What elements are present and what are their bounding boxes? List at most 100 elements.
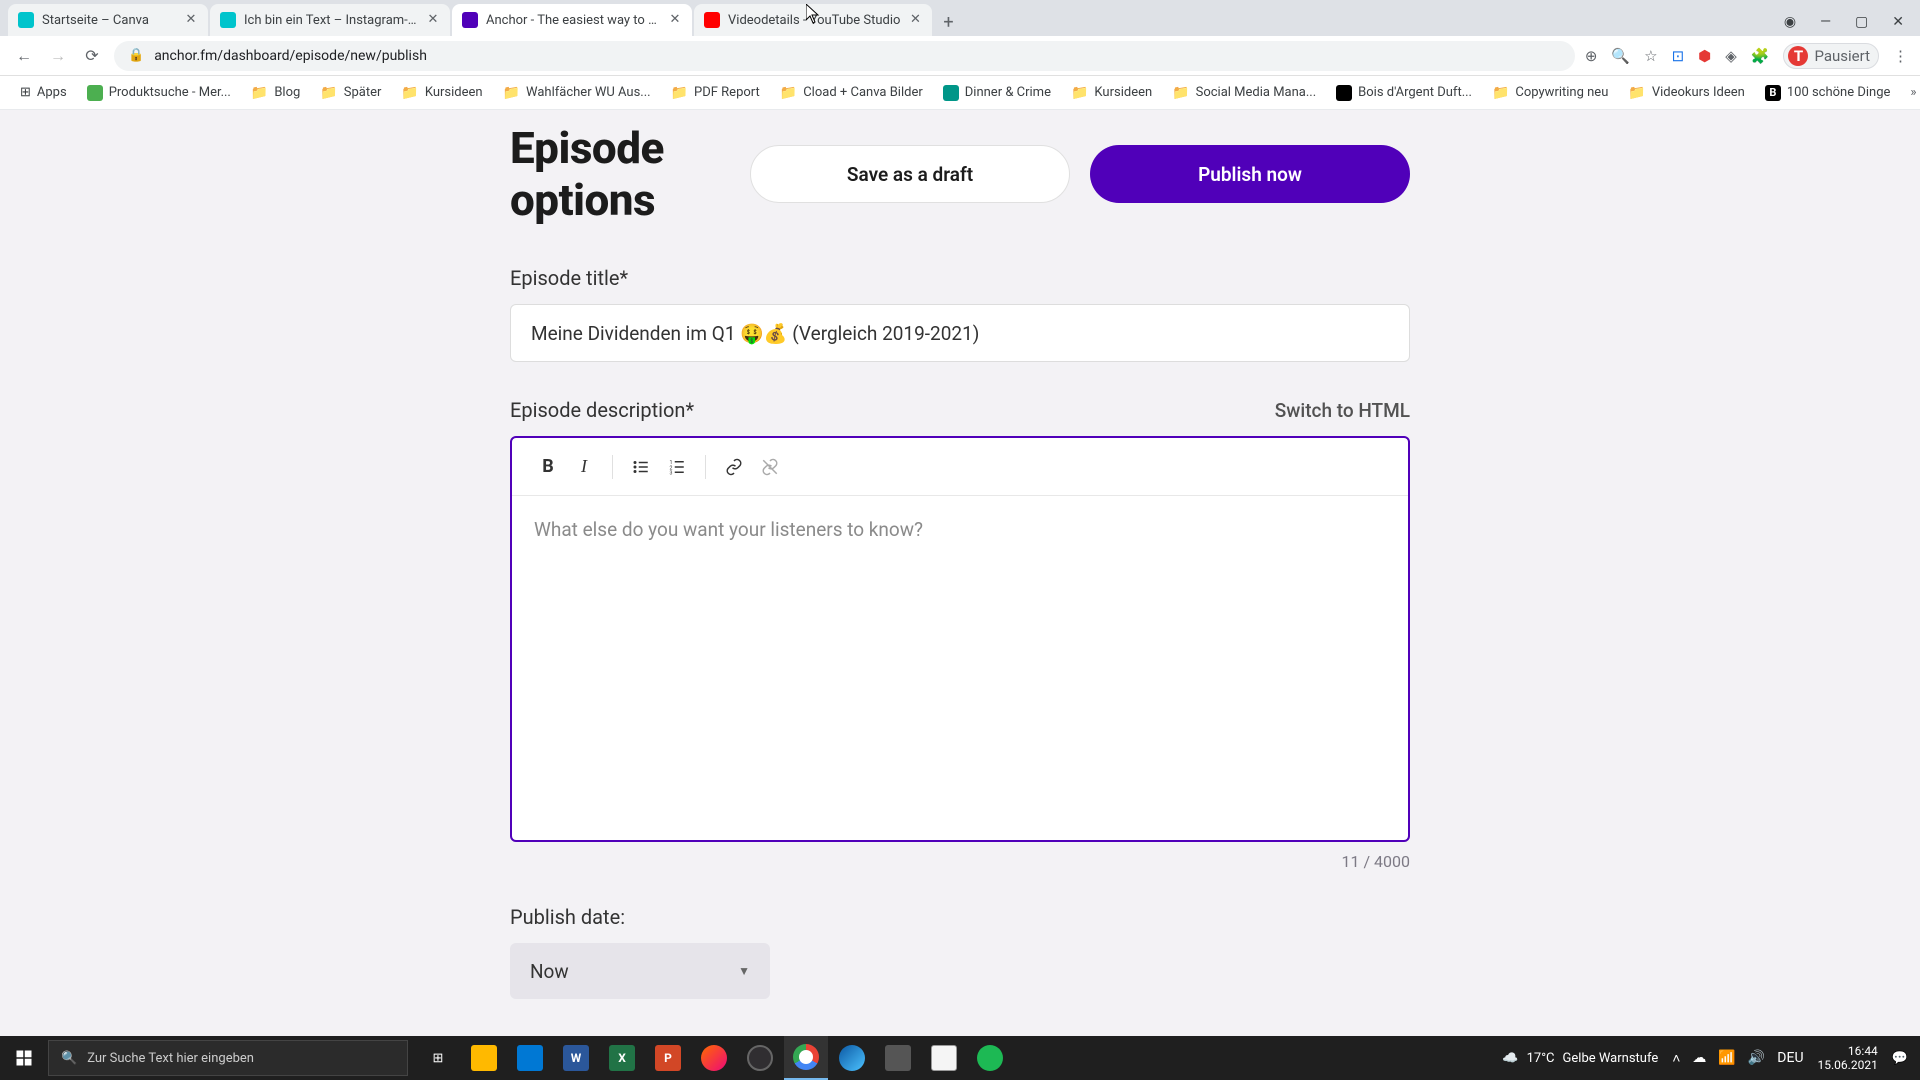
bookmark-folder[interactable]: 📁PDF Report bbox=[663, 81, 768, 105]
bookmark-folder[interactable]: 📁Kursideen bbox=[393, 81, 490, 105]
browser-tabstrip: Startseite – Canva ✕ Ich bin ein Text – … bbox=[0, 0, 1920, 36]
folder-icon: 📁 bbox=[1628, 85, 1645, 101]
profile-pause-button[interactable]: T Pausiert bbox=[1783, 43, 1879, 69]
italic-button[interactable]: I bbox=[566, 449, 602, 485]
link-button[interactable] bbox=[716, 449, 752, 485]
close-icon[interactable]: ✕ bbox=[426, 13, 440, 27]
adblock-icon[interactable]: ⬢ bbox=[1698, 47, 1711, 65]
episode-title-input[interactable] bbox=[510, 304, 1410, 362]
bookmark-folder[interactable]: 📁Cload + Canva Bilder bbox=[772, 81, 931, 105]
obs-button[interactable] bbox=[738, 1036, 782, 1080]
bookmark-folder[interactable]: 📁Später bbox=[312, 81, 389, 105]
bookmark-item[interactable]: Dinner & Crime bbox=[935, 81, 1059, 105]
browser-tab[interactable]: Startseite – Canva ✕ bbox=[8, 4, 208, 36]
pause-label: Pausiert bbox=[1814, 47, 1870, 65]
taskbar-search[interactable]: 🔍 Zur Suche Text hier eingeben bbox=[48, 1040, 408, 1076]
app-button[interactable] bbox=[876, 1036, 920, 1080]
bookmark-folder[interactable]: 📁Kursideen bbox=[1063, 81, 1160, 105]
start-button[interactable] bbox=[0, 1036, 48, 1080]
bookmark-star-icon[interactable]: ☆ bbox=[1644, 47, 1657, 65]
taskbar: 🔍 Zur Suche Text hier eingeben ⊞ W X P ☁… bbox=[0, 1036, 1920, 1080]
clock[interactable]: 16:44 15.06.2021 bbox=[1818, 1044, 1878, 1073]
folder-icon: 📁 bbox=[401, 85, 418, 101]
publish-date-dropdown[interactable]: Now ▼ bbox=[510, 943, 770, 999]
bookmark-folder[interactable]: 📁Videokurs Ideen bbox=[1620, 81, 1752, 105]
tray-chevron-icon[interactable]: ˄ bbox=[1672, 1050, 1680, 1067]
publish-now-button[interactable]: Publish now bbox=[1090, 145, 1410, 203]
folder-icon: 📁 bbox=[1492, 85, 1509, 101]
zoom-icon[interactable]: 🔍 bbox=[1611, 47, 1630, 65]
unlink-icon bbox=[761, 458, 779, 476]
mail-button[interactable] bbox=[508, 1036, 552, 1080]
clock-time: 16:44 bbox=[1818, 1044, 1878, 1058]
bookmarks-overflow-icon[interactable]: » bbox=[1902, 85, 1920, 100]
address-bar-actions: ⊕ 🔍 ☆ ⊡ ⬢ ◈ 🧩 T Pausiert ⋮ bbox=[1585, 43, 1908, 69]
bullet-list-icon bbox=[632, 458, 650, 476]
bullet-list-button[interactable] bbox=[623, 449, 659, 485]
close-window-button[interactable]: ✕ bbox=[1892, 14, 1904, 30]
translate-icon[interactable]: ⊕ bbox=[1585, 47, 1598, 65]
volume-icon[interactable]: 🔊 bbox=[1748, 1050, 1765, 1066]
page-title: Episode options bbox=[510, 122, 750, 226]
close-icon[interactable]: ✕ bbox=[668, 13, 682, 27]
app-button[interactable] bbox=[692, 1036, 736, 1080]
save-draft-button[interactable]: Save as a draft bbox=[750, 145, 1070, 203]
address-bar[interactable]: 🔒 anchor.fm/dashboard/episode/new/publis… bbox=[114, 41, 1575, 71]
word-button[interactable]: W bbox=[554, 1036, 598, 1080]
browser-tab[interactable]: Videodetails - YouTube Studio ✕ bbox=[694, 4, 932, 36]
back-button[interactable]: ← bbox=[12, 44, 36, 68]
bookmark-label: Kursideen bbox=[1094, 85, 1152, 100]
ordered-list-icon: 123 bbox=[668, 458, 686, 476]
bookmark-item[interactable]: Bois d'Argent Duft... bbox=[1328, 81, 1480, 105]
bookmark-folder[interactable]: 📁Copywriting neu bbox=[1484, 81, 1616, 105]
chrome-button[interactable] bbox=[784, 1036, 828, 1080]
weather-widget[interactable]: ☁️ 17°C Gelbe Warnstufe bbox=[1502, 1051, 1658, 1066]
excel-button[interactable]: X bbox=[600, 1036, 644, 1080]
windows-icon bbox=[15, 1049, 33, 1067]
reload-button[interactable]: ⟳ bbox=[80, 44, 104, 68]
ordered-list-button[interactable]: 123 bbox=[659, 449, 695, 485]
bookmark-item[interactable]: B100 schöne Dinge bbox=[1757, 81, 1899, 105]
bookmark-item[interactable]: Produktsuche - Mer... bbox=[79, 81, 239, 105]
favicon-icon bbox=[704, 12, 720, 28]
extension-icon[interactable]: ⊡ bbox=[1672, 47, 1685, 65]
wifi-icon[interactable]: 📶 bbox=[1718, 1050, 1735, 1066]
bookmark-folder[interactable]: 📁 Social Media Mana... bbox=[1164, 81, 1324, 105]
close-icon[interactable]: ✕ bbox=[908, 13, 922, 27]
extension-icon[interactable]: ◈ bbox=[1725, 47, 1737, 65]
notifications-icon[interactable]: 💬 bbox=[1892, 1051, 1908, 1066]
edge-button[interactable] bbox=[830, 1036, 874, 1080]
bold-button[interactable]: B bbox=[530, 449, 566, 485]
apps-button[interactable]: ⊞Apps bbox=[12, 81, 75, 104]
new-tab-button[interactable]: + bbox=[934, 8, 962, 36]
toolbar-separator bbox=[705, 455, 706, 479]
notepad-button[interactable] bbox=[922, 1036, 966, 1080]
browser-tab-active[interactable]: Anchor - The easiest way to mak ✕ bbox=[452, 4, 692, 36]
account-icon[interactable]: ◉ bbox=[1784, 14, 1796, 30]
unlink-button[interactable] bbox=[752, 449, 788, 485]
bookmark-label: Social Media Mana... bbox=[1196, 85, 1317, 100]
menu-icon[interactable]: ⋮ bbox=[1893, 47, 1908, 65]
bookmark-folder[interactable]: 📁Wahlfächer WU Aus... bbox=[495, 81, 659, 105]
bookmark-folder[interactable]: 📁Blog bbox=[243, 81, 308, 105]
close-icon[interactable]: ✕ bbox=[184, 13, 198, 27]
switch-to-html-button[interactable]: Switch to HTML bbox=[1275, 399, 1410, 422]
browser-tab[interactable]: Ich bin ein Text – Instagram-Beit ✕ bbox=[210, 4, 450, 36]
minimize-button[interactable]: — bbox=[1820, 14, 1831, 30]
chevron-down-icon: ▼ bbox=[738, 964, 750, 978]
onedrive-icon[interactable]: ☁ bbox=[1692, 1050, 1706, 1066]
description-textarea[interactable] bbox=[512, 496, 1408, 836]
bookmark-label: Produktsuche - Mer... bbox=[109, 85, 231, 100]
file-explorer-button[interactable] bbox=[462, 1036, 506, 1080]
window-controls: ◉ — ▢ ✕ bbox=[1784, 14, 1920, 36]
task-view-button[interactable]: ⊞ bbox=[416, 1036, 460, 1080]
language-indicator[interactable]: DEU bbox=[1777, 1050, 1803, 1066]
powerpoint-button[interactable]: P bbox=[646, 1036, 690, 1080]
folder-icon: 📁 bbox=[503, 85, 520, 101]
maximize-button[interactable]: ▢ bbox=[1855, 14, 1868, 30]
forward-button[interactable]: → bbox=[46, 44, 70, 68]
spotify-button[interactable] bbox=[968, 1036, 1012, 1080]
folder-icon: 📁 bbox=[1172, 85, 1189, 101]
lock-icon: 🔒 bbox=[128, 48, 144, 63]
extensions-icon[interactable]: 🧩 bbox=[1751, 47, 1770, 65]
